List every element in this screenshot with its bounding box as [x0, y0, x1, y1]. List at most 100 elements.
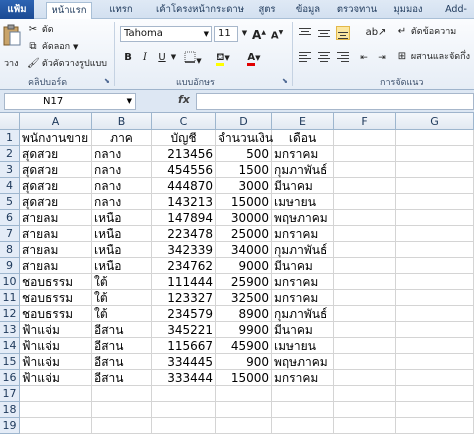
- row-header-13[interactable]: 13: [0, 322, 20, 338]
- table-cell[interactable]: 45900: [216, 338, 272, 354]
- table-cell[interactable]: 444870: [152, 178, 216, 194]
- table-cell[interactable]: 25000: [216, 226, 272, 242]
- font-color-button[interactable]: A▼: [242, 49, 266, 66]
- table-cell[interactable]: 333444: [152, 370, 216, 386]
- table-cell[interactable]: [152, 418, 216, 434]
- table-cell[interactable]: อีสาน: [92, 354, 152, 370]
- table-cell[interactable]: พฤษภาคม: [272, 210, 334, 226]
- row-header-3[interactable]: 3: [0, 162, 20, 178]
- borders-button[interactable]: ▼: [182, 49, 204, 66]
- tab-file[interactable]: แฟ้ม: [0, 0, 34, 19]
- table-cell[interactable]: [396, 418, 474, 434]
- table-cell[interactable]: อีสาน: [92, 338, 152, 354]
- merge-center-button[interactable]: ⊞ ผสานและจัดกึ่ง: [396, 50, 470, 64]
- table-cell[interactable]: สุดสวย: [20, 178, 92, 194]
- tab-addins[interactable]: Add-: [438, 2, 474, 19]
- table-cell[interactable]: [396, 242, 474, 258]
- table-cell[interactable]: [152, 402, 216, 418]
- align-right-button[interactable]: [336, 50, 350, 64]
- column-header-c[interactable]: C: [152, 113, 216, 130]
- table-cell[interactable]: สุดสวย: [20, 146, 92, 162]
- grow-font-button[interactable]: A▲: [252, 24, 266, 42]
- row-header-2[interactable]: 2: [0, 146, 20, 162]
- tab-page-layout[interactable]: เค้าโครงหน้ากระดาษ: [150, 2, 250, 19]
- table-cell[interactable]: สุดสวย: [20, 194, 92, 210]
- table-cell[interactable]: 32500: [216, 290, 272, 306]
- table-cell[interactable]: มีนาคม: [272, 178, 334, 194]
- copy-button[interactable]: ⧉ คัดลอก ▼: [27, 40, 78, 54]
- dialog-launcher-icon[interactable]: ⬊: [282, 77, 288, 85]
- orientation-button[interactable]: ab↗: [365, 24, 387, 41]
- table-cell[interactable]: กุมภาพันธ์: [272, 162, 334, 178]
- dialog-launcher-icon[interactable]: ⬊: [104, 77, 110, 85]
- table-cell[interactable]: [334, 146, 396, 162]
- row-header-19[interactable]: 19: [0, 418, 20, 434]
- row-header-16[interactable]: 16: [0, 370, 20, 386]
- format-painter-button[interactable]: 🖌 ตัวคัดวางรูปแบบ: [27, 57, 107, 71]
- table-cell[interactable]: [334, 322, 396, 338]
- table-cell[interactable]: [92, 402, 152, 418]
- bold-button[interactable]: B: [121, 49, 135, 66]
- table-cell[interactable]: กลาง: [92, 162, 152, 178]
- row-header-18[interactable]: 18: [0, 402, 20, 418]
- row-header-15[interactable]: 15: [0, 354, 20, 370]
- table-cell[interactable]: [334, 258, 396, 274]
- table-cell[interactable]: [334, 370, 396, 386]
- shrink-font-button[interactable]: A▼: [270, 24, 284, 41]
- table-cell[interactable]: [152, 386, 216, 402]
- cut-button[interactable]: ✂ ตัด: [27, 23, 54, 37]
- table-cell[interactable]: [396, 322, 474, 338]
- table-cell[interactable]: [334, 418, 396, 434]
- table-cell[interactable]: บัญชี: [152, 130, 216, 146]
- table-cell[interactable]: พฤษภาคม: [272, 354, 334, 370]
- table-cell[interactable]: อีสาน: [92, 322, 152, 338]
- table-cell[interactable]: [396, 194, 474, 210]
- row-header-1[interactable]: 1: [0, 130, 20, 146]
- table-cell[interactable]: [396, 226, 474, 242]
- table-cell[interactable]: สายลม: [20, 258, 92, 274]
- table-cell[interactable]: 334445: [152, 354, 216, 370]
- table-cell[interactable]: 25900: [216, 274, 272, 290]
- table-cell[interactable]: 500: [216, 146, 272, 162]
- table-cell[interactable]: เหนือ: [92, 258, 152, 274]
- table-cell[interactable]: 213456: [152, 146, 216, 162]
- row-header-14[interactable]: 14: [0, 338, 20, 354]
- table-cell[interactable]: 143213: [152, 194, 216, 210]
- table-cell[interactable]: [20, 418, 92, 434]
- table-cell[interactable]: มกราคม: [272, 274, 334, 290]
- table-cell[interactable]: [334, 194, 396, 210]
- align-top-button[interactable]: [298, 26, 312, 40]
- align-center-button[interactable]: [317, 50, 331, 64]
- table-cell[interactable]: [396, 178, 474, 194]
- table-cell[interactable]: ชอบธรรม: [20, 274, 92, 290]
- formula-input[interactable]: [196, 93, 474, 110]
- table-cell[interactable]: 111444: [152, 274, 216, 290]
- table-cell[interactable]: 30000: [216, 210, 272, 226]
- table-cell[interactable]: สายลม: [20, 242, 92, 258]
- column-header-a[interactable]: A: [20, 113, 92, 130]
- table-cell[interactable]: [216, 418, 272, 434]
- font-size-dropdown[interactable]: ▼: [241, 25, 248, 42]
- select-all-corner[interactable]: [0, 113, 20, 130]
- table-cell[interactable]: 9000: [216, 258, 272, 274]
- table-cell[interactable]: [396, 402, 474, 418]
- table-cell[interactable]: [396, 146, 474, 162]
- tab-home[interactable]: หน้าแรก: [46, 2, 92, 20]
- tab-review[interactable]: ตรวจทาน: [334, 2, 380, 19]
- column-header-e[interactable]: E: [272, 113, 334, 130]
- table-cell[interactable]: ชอบธรรม: [20, 290, 92, 306]
- row-header-12[interactable]: 12: [0, 306, 20, 322]
- table-cell[interactable]: ใต้: [92, 290, 152, 306]
- table-cell[interactable]: [396, 274, 474, 290]
- column-header-d[interactable]: D: [216, 113, 272, 130]
- table-cell[interactable]: ฟ้าแจ่ม: [20, 322, 92, 338]
- table-cell[interactable]: 1500: [216, 162, 272, 178]
- table-cell[interactable]: ฟ้าแจ่ม: [20, 354, 92, 370]
- table-cell[interactable]: [272, 402, 334, 418]
- table-cell[interactable]: [334, 290, 396, 306]
- table-cell[interactable]: [20, 402, 92, 418]
- table-cell[interactable]: กลาง: [92, 146, 152, 162]
- row-header-17[interactable]: 17: [0, 386, 20, 402]
- table-cell[interactable]: มกราคม: [272, 290, 334, 306]
- table-cell[interactable]: [334, 402, 396, 418]
